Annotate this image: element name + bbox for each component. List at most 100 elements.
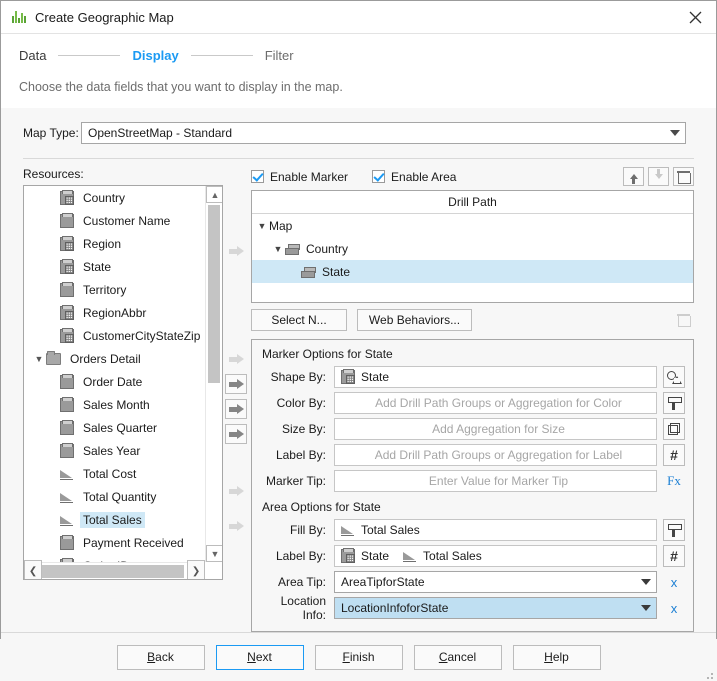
close-icon[interactable] [680,4,710,30]
tree-item-regionabbr[interactable]: RegionAbbr [24,301,205,324]
marker-shapeby-field[interactable]: State [334,366,657,388]
drill-path-label: Country [306,242,348,256]
scroll-left-icon[interactable]: ❮ [24,560,42,580]
delete-row-button[interactable] [673,311,694,330]
map-type-label: Map Type: [23,126,81,140]
area-areatip-field[interactable]: AreaTipforState [334,571,657,593]
bar-chart-icon [11,9,27,25]
delete-drill-button[interactable] [673,167,694,186]
scroll-right-icon[interactable]: ❯ [187,560,205,580]
size-picker-button[interactable] [663,418,685,440]
tree-item-sales-year[interactable]: Sales Year [24,439,205,462]
chevron-down-icon[interactable]: ▼ [32,354,46,364]
tree-item-country[interactable]: Country [24,186,205,209]
format-number-button[interactable]: # [663,545,685,567]
chevron-down-icon[interactable]: ▼ [255,221,269,231]
tree-item-label: Sales Year [80,443,143,459]
marker-options-title: Marker Options for State [262,347,685,361]
area-label-chip[interactable]: State [341,549,389,563]
dialog-body: Map Type: OpenStreetMap - Standard Resou… [1,108,716,632]
tree-item-sales-quarter[interactable]: Sales Quarter [24,416,205,439]
step-filter[interactable]: Filter [265,48,294,63]
add-to-label-by-arrow[interactable] [225,424,247,444]
tree-item-sales-month[interactable]: Sales Month [24,393,205,416]
drill-path-row-country[interactable]: ▼ Country [252,237,693,260]
tree-item-order-id[interactable]: Order ID [24,554,205,562]
area-option-label: Fill By: [260,523,334,537]
marker-colorby-field[interactable]: Add Drill Path Groups or Aggregation for… [334,392,657,414]
select-n-button[interactable]: Select N... [251,309,347,331]
tree-item-label: Customer Name [80,213,173,229]
tree-item-order-date[interactable]: Order Date [24,370,205,393]
add-to-size-by-arrow[interactable] [225,399,247,419]
next-button[interactable]: Next [216,645,304,670]
color-picker-button[interactable] [663,519,685,541]
add-to-color-by-arrow[interactable] [225,374,247,394]
tree-item-total-quantity[interactable]: Total Quantity [24,485,205,508]
scrollbar-corner [205,562,222,579]
scroll-down-icon[interactable]: ▼ [206,545,223,562]
tree-item-customercitystatezip[interactable]: CustomerCityStateZip [24,324,205,347]
clear-button[interactable]: x [663,571,685,593]
clear-button[interactable]: x [663,597,685,619]
drill-path-row-map[interactable]: ▼Map [252,214,693,237]
horizontal-scroll-thumb[interactable] [42,565,184,578]
scroll-up-icon[interactable]: ▲ [206,186,223,203]
drill-path-table[interactable]: Drill Path ▼Map▼CountryState [251,190,694,303]
move-down-button[interactable] [648,167,669,186]
tree-vertical-scrollbar[interactable]: ▲ ▼ [205,186,222,562]
tree-item-region[interactable]: Region [24,232,205,255]
area-locationinfo-field[interactable]: LocationInfoforState [334,597,657,619]
vertical-scroll-thumb[interactable] [208,205,220,383]
chevron-down-icon[interactable] [665,123,685,143]
marker-sizeby-field[interactable]: Add Aggregation for Size [334,418,657,440]
marker-option-sizeby: Size By:Add Aggregation for Size [260,418,685,440]
tree-horizontal-scrollbar[interactable]: ❮ ❯ [24,562,205,579]
step-display[interactable]: Display [132,48,178,63]
resize-grip-icon[interactable] [703,669,713,679]
tree-item-label: Order Date [80,374,145,390]
shape-by-picker-button[interactable] [663,366,685,388]
chevron-down-icon[interactable] [636,598,656,618]
marker-markertip-field[interactable]: Enter Value for Marker Tip [334,470,657,492]
geo-field-icon [341,549,355,563]
back-button[interactable]: Back [117,645,205,670]
area-option-labelby: Label By:StateTotal Sales# [260,545,685,567]
field-placeholder: Add Aggregation for Size [432,422,565,436]
formula-button[interactable]: Fx [663,470,685,492]
resources-tree[interactable]: Country Customer Name RegionStateTerritory… [23,185,223,580]
area-labelby-field[interactable]: State Total Sales [334,545,657,567]
tree-item-total-cost[interactable]: Total Cost [24,462,205,485]
measure-icon [60,490,74,504]
tree-item-total-sales[interactable]: Total Sales [24,508,205,531]
tree-item-customer-name[interactable]: Customer Name [24,209,205,232]
tree-item-state[interactable]: State [24,255,205,278]
tree-item-label: Sales Quarter [80,420,160,436]
create-geographic-map-dialog: Create Geographic Map Data Display Filte… [0,0,717,639]
chevron-down-icon[interactable] [636,572,656,592]
tree-item-orders-detail[interactable]: ▼Orders Detail [24,347,205,370]
tree-item-payment-received[interactable]: Payment Received [24,531,205,554]
help-button[interactable]: Help [513,645,601,670]
title-bar: Create Geographic Map [1,1,716,34]
area-label-chip[interactable]: Total Sales [403,549,482,563]
color-picker-button[interactable] [663,392,685,414]
tree-item-territory[interactable]: Territory [24,278,205,301]
format-number-button[interactable]: # [663,444,685,466]
marker-option-label: Color By: [260,396,334,410]
marker-labelby-field[interactable]: Add Drill Path Groups or Aggregation for… [334,444,657,466]
enable-checkboxes-row: Enable Marker Enable Area [251,167,694,186]
area-fillby-field[interactable]: Total Sales [334,519,657,541]
move-up-button[interactable] [623,167,644,186]
web-behaviors-button[interactable]: Web Behaviors... [357,309,472,331]
finish-button[interactable]: Finish [315,645,403,670]
measure-icon [403,549,417,563]
enable-marker-checkbox[interactable] [251,170,264,183]
drill-path-row-state[interactable]: State [252,260,693,283]
marker-option-label: Shape By: [260,370,334,384]
cancel-button[interactable]: Cancel [414,645,502,670]
enable-area-checkbox[interactable] [372,170,385,183]
map-type-select[interactable]: OpenStreetMap - Standard [81,122,686,144]
chevron-down-icon[interactable]: ▼ [271,244,285,254]
step-data[interactable]: Data [19,48,46,63]
